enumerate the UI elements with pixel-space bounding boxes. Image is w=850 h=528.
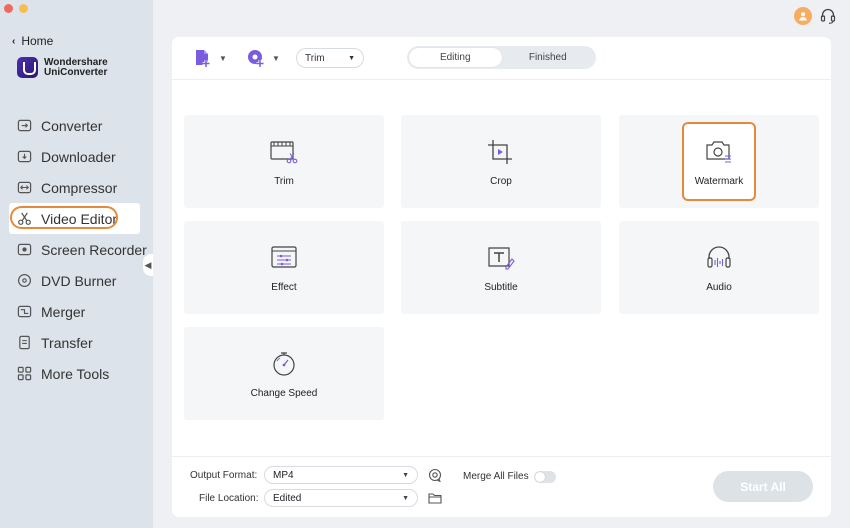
tool-label: Audio bbox=[706, 282, 732, 293]
sidebar-item-label: DVD Burner bbox=[41, 272, 117, 289]
tool-tile-crop[interactable]: Crop bbox=[401, 115, 601, 208]
output-format-select[interactable]: MP4 ▼ bbox=[264, 466, 418, 484]
chevron-down-icon: ▼ bbox=[272, 53, 280, 63]
dvd-burner-icon bbox=[17, 273, 32, 288]
video-editor-icon bbox=[17, 211, 32, 226]
sidebar-item-label: Video Editor bbox=[41, 210, 118, 227]
sidebar-item-label: Screen Recorder bbox=[41, 241, 147, 258]
edit-mode-value: Trim bbox=[305, 52, 325, 64]
compressor-icon bbox=[17, 180, 32, 195]
change-speed-icon bbox=[273, 352, 295, 376]
trim-icon bbox=[270, 141, 298, 164]
toolbar: ▼ ▼ Trim ▼ Editing Finished bbox=[172, 37, 831, 80]
home-label: Home bbox=[21, 34, 54, 48]
tool-label: Watermark bbox=[694, 176, 744, 187]
brand-line-2: UniConverter bbox=[44, 66, 108, 78]
sidebar-item-label: More Tools bbox=[41, 365, 110, 382]
transfer-icon bbox=[17, 335, 32, 350]
file-location-select[interactable]: Edited ▼ bbox=[264, 489, 418, 507]
bottom-bar: Output Format: MP4 ▼ Merge All Files Fil… bbox=[172, 456, 831, 517]
crop-icon bbox=[488, 140, 512, 164]
tab-editing[interactable]: Editing bbox=[409, 48, 502, 67]
tool-label: Subtitle bbox=[484, 282, 518, 293]
format-settings-icon[interactable] bbox=[428, 468, 442, 482]
folder-icon[interactable] bbox=[428, 491, 442, 505]
tool-label: Effect bbox=[271, 282, 297, 293]
merge-all-files-label: Merge All Files bbox=[463, 471, 529, 482]
sidebar-item-label: Merger bbox=[41, 303, 86, 320]
sidebar-nav: Converter Downloader Compressor Video Ed… bbox=[0, 110, 153, 389]
chevron-down-icon: ▼ bbox=[402, 494, 409, 502]
sidebar-item-merger[interactable]: Merger bbox=[0, 296, 153, 327]
minimize-window-button[interactable] bbox=[19, 4, 28, 13]
add-file-icon bbox=[196, 50, 210, 67]
chevron-down-icon: ▼ bbox=[348, 54, 355, 62]
sidebar-item-converter[interactable]: Converter bbox=[0, 110, 153, 141]
sidebar-item-transfer[interactable]: Transfer bbox=[0, 327, 153, 358]
sidebar-item-label: Converter bbox=[41, 117, 103, 134]
tool-tile-subtitle[interactable]: Subtitle bbox=[401, 221, 601, 314]
merger-icon bbox=[17, 304, 32, 319]
chevron-left-icon: ◀ bbox=[144, 259, 152, 270]
brand-line-1: Wondershare bbox=[44, 56, 108, 68]
tool-tile-change-speed[interactable]: Change Speed bbox=[184, 327, 384, 420]
tool-tile-watermark[interactable]: Watermark bbox=[619, 115, 819, 208]
window-controls bbox=[4, 4, 28, 13]
sidebar-item-label: Downloader bbox=[41, 148, 116, 165]
output-format-value: MP4 bbox=[273, 469, 294, 481]
sidebar-item-downloader[interactable]: Downloader bbox=[0, 141, 153, 172]
output-format-label: Output Format: bbox=[190, 470, 258, 481]
sidebar: ‹ Home Wondershare UniConverter Converte… bbox=[0, 0, 153, 528]
audio-icon bbox=[707, 246, 731, 268]
sidebar-item-video-editor[interactable]: Video Editor bbox=[9, 203, 140, 234]
chevron-down-icon: ▼ bbox=[219, 53, 227, 63]
sidebar-item-screen-recorder[interactable]: Screen Recorder bbox=[0, 234, 153, 265]
tool-tile-trim[interactable]: Trim bbox=[184, 115, 384, 208]
brand-name: Wondershare UniConverter bbox=[44, 56, 108, 78]
chevron-left-icon: ‹ bbox=[12, 35, 16, 47]
user-avatar[interactable] bbox=[794, 7, 812, 25]
add-media-button[interactable]: ▼ bbox=[246, 48, 280, 68]
start-all-button[interactable]: Start All bbox=[713, 471, 813, 502]
tool-label: Change Speed bbox=[250, 388, 318, 399]
add-files-button[interactable]: ▼ bbox=[193, 48, 227, 68]
support-headset-icon[interactable] bbox=[820, 7, 836, 25]
main-panel: ▼ ▼ Trim ▼ Editing Finished Trim Crop Wa… bbox=[172, 37, 831, 517]
sidebar-item-dvd-burner[interactable]: DVD Burner bbox=[0, 265, 153, 296]
tab-finished[interactable]: Finished bbox=[502, 48, 595, 67]
watermark-icon bbox=[706, 141, 731, 163]
file-location-value: Edited bbox=[273, 492, 302, 504]
sidebar-item-compressor[interactable]: Compressor bbox=[0, 172, 153, 203]
effect-icon bbox=[271, 246, 297, 268]
merge-all-files-toggle[interactable] bbox=[534, 471, 556, 483]
edit-mode-select[interactable]: Trim ▼ bbox=[296, 48, 364, 68]
chevron-down-icon: ▼ bbox=[402, 471, 409, 479]
screen-recorder-icon bbox=[17, 242, 32, 257]
brand: Wondershare UniConverter bbox=[17, 57, 108, 78]
file-location-label: File Location: bbox=[199, 493, 259, 504]
add-media-icon bbox=[248, 50, 264, 67]
home-link[interactable]: ‹ Home bbox=[12, 34, 53, 48]
status-tabs: Editing Finished bbox=[407, 46, 596, 69]
sidebar-item-more-tools[interactable]: More Tools bbox=[0, 358, 153, 389]
subtitle-icon bbox=[488, 247, 515, 270]
sidebar-item-label: Transfer bbox=[41, 334, 93, 351]
uniconverter-logo-icon bbox=[17, 57, 38, 78]
tool-tile-effect[interactable]: Effect bbox=[184, 221, 384, 314]
more-tools-icon bbox=[17, 366, 32, 381]
downloader-icon bbox=[17, 149, 32, 164]
close-window-button[interactable] bbox=[4, 4, 13, 13]
tool-label: Crop bbox=[490, 176, 512, 187]
tool-tile-audio[interactable]: Audio bbox=[619, 221, 819, 314]
user-icon bbox=[799, 12, 807, 21]
sidebar-item-label: Compressor bbox=[41, 179, 118, 196]
collapse-sidebar-button[interactable]: ◀ bbox=[143, 254, 153, 276]
tool-label: Trim bbox=[274, 176, 294, 187]
converter-icon bbox=[17, 118, 32, 133]
